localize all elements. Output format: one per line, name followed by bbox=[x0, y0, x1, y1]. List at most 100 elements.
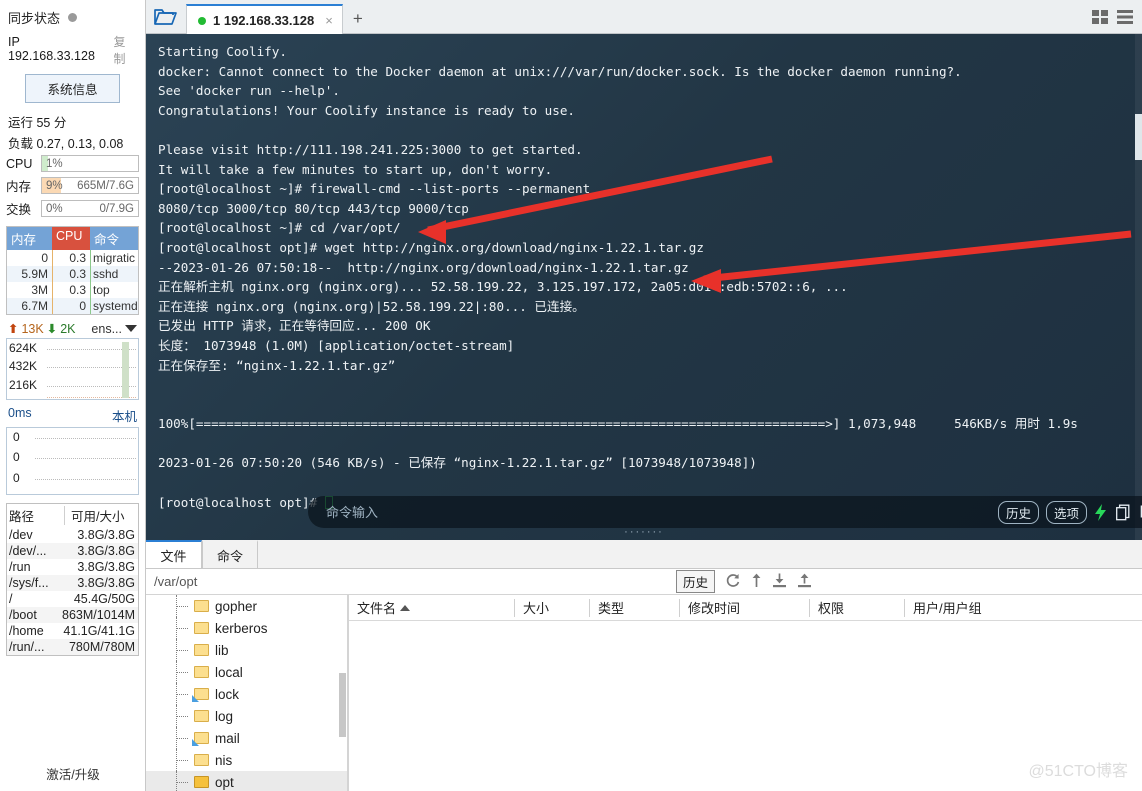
cpu-meter-label: CPU bbox=[6, 156, 33, 171]
tree-node-lib[interactable]: lib bbox=[146, 639, 347, 661]
terminal-scrollbar-thumb[interactable] bbox=[1135, 114, 1142, 160]
disk-row[interactable]: /dev 3.8G/3.8G bbox=[7, 527, 138, 543]
disk-row[interactable]: /sys/f... 3.8G/3.8G bbox=[7, 575, 138, 591]
disk-path: /sys/f... bbox=[9, 576, 49, 590]
cpu-meter: 1% bbox=[41, 155, 139, 172]
folder-open-icon[interactable] bbox=[146, 0, 186, 33]
disk-col-size[interactable]: 可用/大小 bbox=[64, 506, 136, 525]
process-cpu: 0 bbox=[52, 298, 90, 314]
folder-icon bbox=[194, 622, 209, 634]
disk-row[interactable]: /run 3.8G/3.8G bbox=[7, 559, 138, 575]
swap-meter-row: 交换 0% 0/7.9G bbox=[6, 197, 139, 220]
upload-arrow-icon: ⬆ bbox=[8, 322, 19, 336]
disk-size: 780M/780M bbox=[68, 640, 135, 654]
process-command: sshd bbox=[90, 266, 138, 282]
file-col-type[interactable]: 类型 bbox=[589, 598, 679, 617]
up-arrow-icon[interactable] bbox=[751, 573, 762, 591]
tree-node-label: lock bbox=[215, 686, 240, 702]
command-history-button[interactable]: 历史 bbox=[997, 500, 1039, 524]
system-info-button[interactable]: 系统信息 bbox=[25, 74, 120, 103]
command-icon-group bbox=[1094, 503, 1142, 521]
process-col-command[interactable]: 命令 bbox=[90, 227, 138, 250]
disk-row[interactable]: /run/... 780M/780M bbox=[7, 639, 138, 655]
command-options-button[interactable]: 选项 bbox=[1045, 500, 1087, 524]
tree-node-label: nis bbox=[215, 752, 233, 768]
process-cpu: 0.3 bbox=[52, 282, 90, 298]
download-icon[interactable] bbox=[772, 573, 787, 591]
tab-session-1[interactable]: 1 192.168.33.128 × bbox=[186, 4, 343, 35]
disk-col-path[interactable]: 路径 bbox=[9, 506, 64, 525]
current-path[interactable]: /var/opt bbox=[146, 574, 676, 589]
disk-row[interactable]: /home 41.1G/41.1G bbox=[7, 623, 138, 639]
process-row[interactable]: 3M 0.3 top bbox=[7, 282, 138, 298]
file-col-permissions[interactable]: 权限 bbox=[809, 598, 904, 617]
list-view-icon[interactable] bbox=[1117, 10, 1134, 27]
refresh-icon[interactable] bbox=[725, 573, 741, 591]
directory-tree: gopher kerberos lib local lock log mail … bbox=[146, 595, 348, 791]
watermark-label: @51CTO博客 bbox=[1028, 763, 1128, 780]
tree-line bbox=[176, 782, 188, 783]
terminal-line: Starting Coolify. bbox=[158, 44, 287, 59]
grid-view-icon[interactable] bbox=[1092, 10, 1109, 27]
sync-status-indicator-icon bbox=[68, 13, 78, 22]
tree-node-gopher[interactable]: gopher bbox=[146, 595, 347, 617]
disk-row[interactable]: /boot 863M/1014M bbox=[7, 607, 138, 623]
terminal-scrollbar[interactable] bbox=[1135, 34, 1142, 540]
process-col-cpu[interactable]: CPU bbox=[52, 227, 90, 250]
file-col-owner[interactable]: 用户/用户组 bbox=[904, 598, 1054, 617]
tree-node-kerberos[interactable]: kerberos bbox=[146, 617, 347, 639]
tab-commands[interactable]: 命令 bbox=[202, 540, 258, 568]
panel-resize-handle[interactable]: ······· bbox=[624, 526, 664, 538]
tree-line bbox=[176, 650, 188, 651]
file-list[interactable]: 文件名 大小 类型 修改时间 权限 用户/用户组 bbox=[348, 595, 1142, 791]
upload-icon[interactable] bbox=[797, 573, 812, 591]
command-input-bar: 历史 选项 bbox=[308, 496, 1142, 528]
tree-scrollbar-thumb[interactable] bbox=[339, 673, 346, 737]
process-command: systemd bbox=[90, 298, 138, 314]
folder-symlink-icon bbox=[194, 688, 209, 700]
connection-status-icon bbox=[198, 16, 206, 25]
terminal-line: 已发出 HTTP 请求，正在等待回应... 200 OK bbox=[158, 318, 431, 334]
process-row[interactable]: 0 0.3 migratic bbox=[7, 250, 138, 266]
disk-path: /home bbox=[9, 624, 44, 638]
folder-icon bbox=[194, 666, 209, 678]
disk-row[interactable]: / 45.4G/50G bbox=[7, 591, 138, 607]
file-col-name[interactable]: 文件名 bbox=[349, 599, 514, 617]
bottom-panel-tabs: 文件 命令 bbox=[146, 540, 1142, 569]
disk-path: /run bbox=[9, 560, 31, 574]
tree-line bbox=[176, 628, 188, 629]
tree-node-mail[interactable]: mail bbox=[146, 727, 347, 749]
copy-icon[interactable] bbox=[1116, 504, 1131, 521]
tree-line bbox=[176, 738, 188, 739]
file-col-modified[interactable]: 修改时间 bbox=[679, 598, 809, 617]
process-command: top bbox=[90, 282, 138, 298]
tree-node-nis[interactable]: nis bbox=[146, 749, 347, 771]
process-row[interactable]: 6.7M 0 systemd bbox=[7, 298, 138, 314]
file-col-size[interactable]: 大小 bbox=[514, 598, 589, 617]
disk-row[interactable]: /dev/... 3.8G/3.8G bbox=[7, 543, 138, 559]
process-row[interactable]: 5.9M 0.3 sshd bbox=[7, 266, 138, 282]
disk-path: /run/... bbox=[9, 640, 45, 654]
disk-path: /dev/... bbox=[9, 544, 47, 558]
copy-ip-button[interactable]: 复制 bbox=[114, 33, 137, 67]
command-input[interactable] bbox=[308, 504, 998, 520]
tree-node-log[interactable]: log bbox=[146, 705, 347, 727]
tree-node-lock[interactable]: lock bbox=[146, 683, 347, 705]
new-tab-button[interactable]: + bbox=[343, 3, 373, 34]
activate-upgrade-link[interactable]: 激活/升级 bbox=[0, 764, 146, 783]
network-interface-select[interactable]: ens... bbox=[91, 322, 137, 336]
tree-node-label: lib bbox=[215, 642, 229, 658]
bolt-icon[interactable] bbox=[1094, 503, 1107, 521]
tree-node-opt[interactable]: opt bbox=[146, 771, 347, 791]
gridline bbox=[35, 479, 136, 480]
download-arrow-icon: ⬇ bbox=[46, 322, 58, 336]
tab-files[interactable]: 文件 bbox=[146, 540, 202, 568]
file-history-button[interactable]: 历史 bbox=[675, 570, 715, 593]
close-icon[interactable]: × bbox=[325, 13, 333, 28]
process-col-memory[interactable]: 内存 bbox=[7, 227, 52, 250]
terminal-progress-line: 100%[===================================… bbox=[158, 416, 1078, 432]
tree-node-local[interactable]: local bbox=[146, 661, 347, 683]
tree-line bbox=[176, 760, 188, 761]
terminal-output[interactable]: Starting Coolify. docker: Cannot connect… bbox=[146, 34, 1142, 540]
terminal-line: docker: Cannot connect to the Docker dae… bbox=[158, 63, 962, 79]
